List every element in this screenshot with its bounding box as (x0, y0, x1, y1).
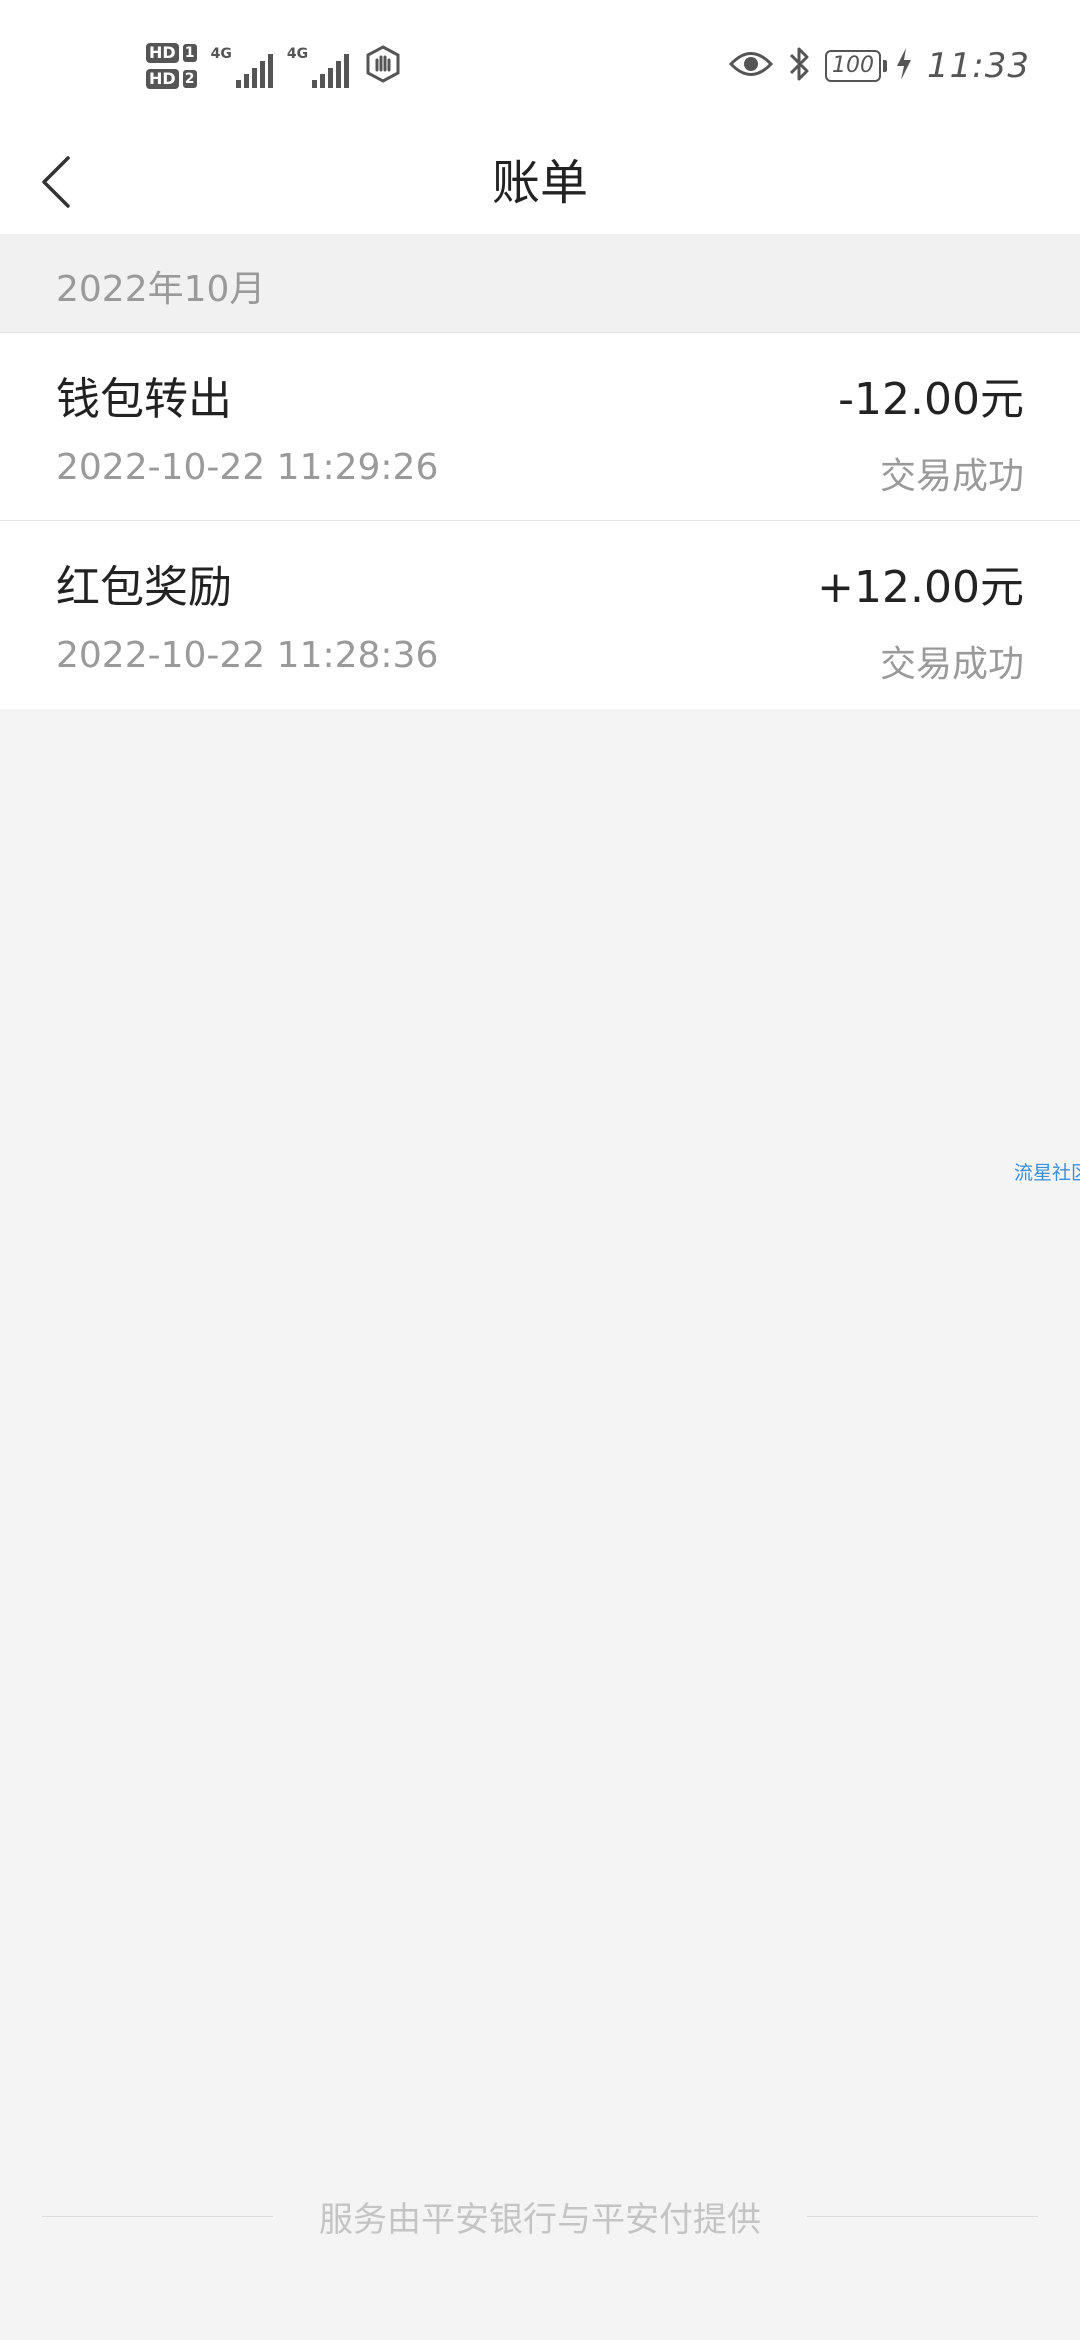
status-bar: HD 1 HD 2 4G 4G 100 11:33 (0, 0, 1080, 132)
page-title: 账单 (491, 155, 588, 211)
signal-icon: 4G (211, 44, 273, 88)
network-type-label: 4G (286, 46, 309, 62)
charging-bolt-icon (895, 47, 913, 85)
hd-indicators: HD 1 HD 2 (146, 43, 197, 89)
transaction-status: 交易成功 (879, 456, 1024, 497)
footer: 服务由平安银行与平安付提供 (42, 2188, 1038, 2244)
signal-icon: 4G (286, 44, 350, 88)
transaction-time: 2022-10-22 11:29:26 (56, 447, 439, 488)
footer-divider (42, 2215, 273, 2217)
signal-bars (235, 54, 273, 88)
bluetooth-icon (787, 45, 811, 87)
clock: 11:33 (927, 46, 1030, 86)
transaction-time: 2022-10-22 11:28:36 (56, 635, 439, 676)
transaction-amount: -12.00元 (838, 374, 1024, 425)
transaction-amount: +12.00元 (817, 562, 1024, 613)
footer-divider (807, 2215, 1038, 2217)
month-header: 2022年10月 (0, 234, 1080, 333)
eye-icon (728, 49, 774, 83)
network-type-label: 4G (210, 46, 232, 62)
transaction-row[interactable]: 钱包转出 -12.00元 2022-10-22 11:29:26 交易成功 (0, 333, 1080, 521)
sim2-label: 2 (182, 70, 197, 88)
watermark: 流星社区 (1014, 1162, 1080, 1184)
footer-text: 服务由平安银行与平安付提供 (319, 2199, 761, 2240)
status-left: HD 1 HD 2 4G 4G (146, 34, 403, 98)
hd-label: HD (146, 43, 179, 63)
hd-sim1: HD 1 (146, 43, 197, 63)
signal-bars (312, 54, 350, 88)
sim1-label: 1 (182, 44, 197, 62)
hd-label: HD (146, 69, 179, 89)
shield-hand-icon (363, 44, 403, 88)
hd-sim2: HD 2 (146, 69, 197, 89)
transaction-title: 钱包转出 (56, 374, 232, 425)
transaction-row[interactable]: 红包奖励 +12.00元 2022-10-22 11:28:36 交易成功 (0, 521, 1080, 709)
transaction-list: 钱包转出 -12.00元 2022-10-22 11:29:26 交易成功 红包… (0, 333, 1080, 709)
month-label: 2022年10月 (56, 269, 266, 310)
nav-bar: 账单 (0, 132, 1080, 234)
transaction-title: 红包奖励 (56, 562, 232, 613)
status-right: 100 11:33 (728, 40, 1030, 92)
battery-icon: 100 (825, 50, 888, 82)
transaction-status: 交易成功 (879, 644, 1024, 685)
